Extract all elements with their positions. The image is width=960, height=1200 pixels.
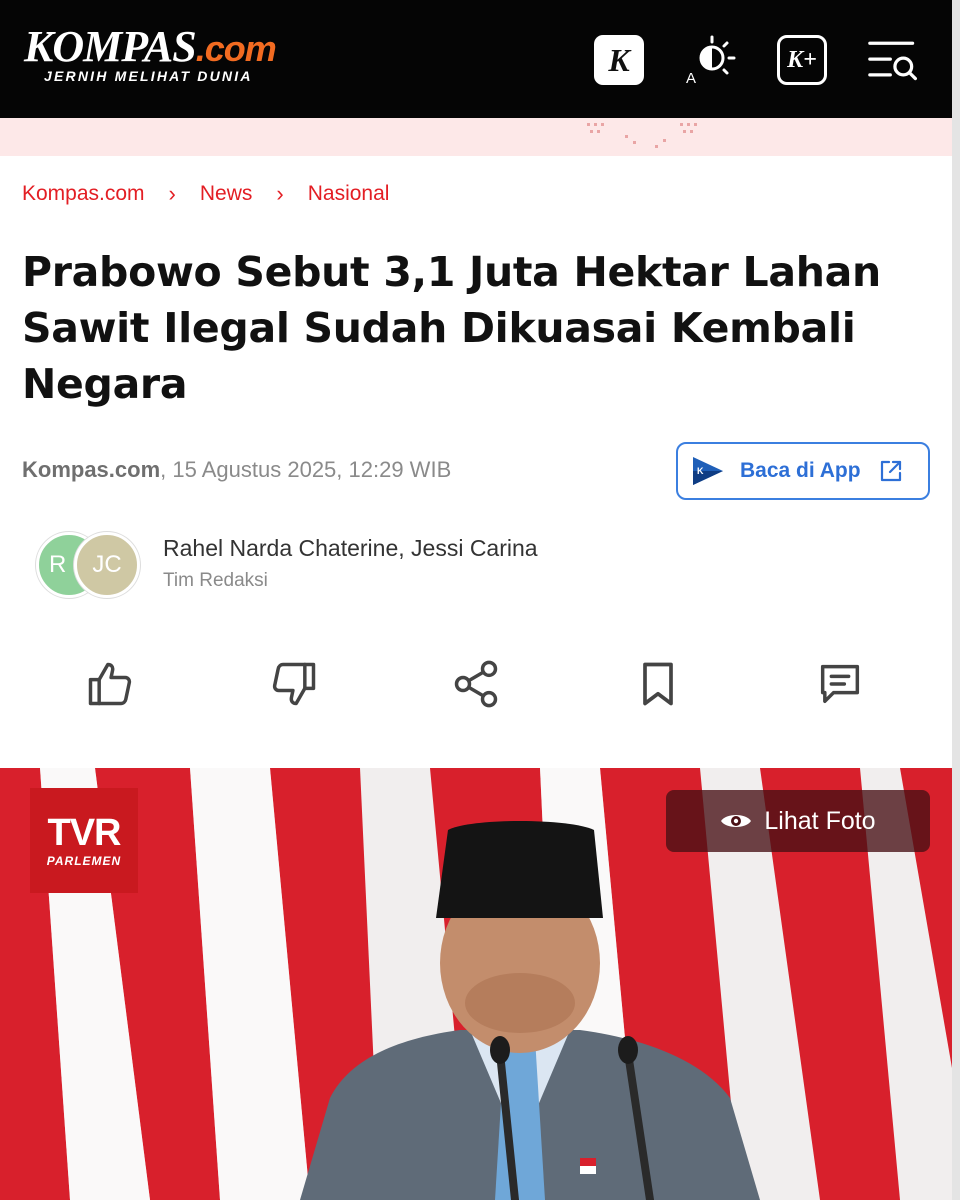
theme-icon: A bbox=[686, 35, 736, 86]
kompas-app-icon: K bbox=[693, 457, 723, 485]
chevron-right-icon: › bbox=[168, 181, 176, 206]
read-in-app-button[interactable]: K Baca di App bbox=[676, 442, 930, 500]
logo-tagline: JERNIH MELIHAT DUNIA bbox=[44, 68, 253, 84]
kompas-logo[interactable]: KOMPAS.com JERNIH MELIHAT DUNIA bbox=[24, 22, 277, 85]
view-photo-label: Lihat Foto bbox=[764, 806, 876, 835]
like-button[interactable] bbox=[82, 656, 138, 712]
svg-text:A: A bbox=[686, 70, 696, 86]
comment-icon bbox=[820, 664, 860, 704]
bookmark-button[interactable] bbox=[630, 656, 686, 712]
author-names[interactable]: Rahel Narda Chaterine, Jessi Carina bbox=[163, 535, 538, 562]
dislike-button[interactable] bbox=[266, 656, 322, 712]
k-icon: K bbox=[594, 35, 644, 85]
banner-decoration bbox=[587, 123, 697, 148]
dislike-icon bbox=[272, 662, 316, 706]
author-team: Tim Redaksi bbox=[163, 570, 268, 591]
kplus-icon: K+ bbox=[777, 35, 827, 85]
logo-text: KOMPAS bbox=[24, 22, 197, 71]
svg-text:K: K bbox=[697, 466, 704, 476]
menu-search-icon bbox=[868, 41, 917, 81]
breadcrumb-home[interactable]: Kompas.com bbox=[22, 182, 145, 206]
bookmark-icon bbox=[643, 662, 673, 706]
logo-suffix: .com bbox=[195, 28, 277, 69]
kompas-plus-button[interactable]: K+ bbox=[776, 34, 828, 86]
external-link-icon bbox=[880, 460, 901, 482]
kompas-k-button[interactable]: K bbox=[593, 34, 645, 86]
comment-button[interactable] bbox=[812, 656, 868, 712]
display-mode-button[interactable]: A bbox=[684, 34, 736, 86]
eye-icon bbox=[721, 815, 752, 827]
article-meta: Kompas.com, 15 Agustus 2025, 12:29 WIB bbox=[22, 457, 451, 483]
breadcrumb-nasional[interactable]: Nasional bbox=[308, 182, 390, 206]
share-button[interactable] bbox=[448, 656, 504, 712]
badge-main: TVR bbox=[47, 811, 122, 854]
promo-banner[interactable] bbox=[0, 118, 952, 156]
chevron-right-icon: › bbox=[276, 181, 284, 206]
badge-sub: PARLEMEN bbox=[46, 853, 122, 868]
top-navbar: KOMPAS.com JERNIH MELIHAT DUNIA K A K+ bbox=[0, 0, 952, 118]
read-in-app-label: Baca di App bbox=[740, 459, 861, 482]
like-icon bbox=[88, 662, 132, 706]
breadcrumb: Kompas.com › News › Nasional bbox=[22, 180, 389, 208]
tvr-parlemen-badge: TVR PARLEMEN bbox=[30, 788, 138, 893]
article-title: Prabowo Sebut 3,1 Juta Hektar Lahan Sawi… bbox=[22, 248, 881, 408]
menu-search-button[interactable] bbox=[868, 34, 920, 86]
view-photo-button[interactable]: Lihat Foto bbox=[666, 790, 930, 852]
article-source: Kompas.com bbox=[22, 457, 161, 482]
article-datetime: , 15 Agustus 2025, 12:29 WIB bbox=[160, 457, 452, 482]
scrollbar-track[interactable] bbox=[952, 0, 960, 1200]
author-avatar-jessi[interactable]: JC bbox=[74, 532, 140, 598]
article-page: KOMPAS.com JERNIH MELIHAT DUNIA K A K+ K… bbox=[0, 0, 952, 1200]
share-icon bbox=[454, 660, 498, 708]
breadcrumb-news[interactable]: News bbox=[200, 182, 253, 206]
